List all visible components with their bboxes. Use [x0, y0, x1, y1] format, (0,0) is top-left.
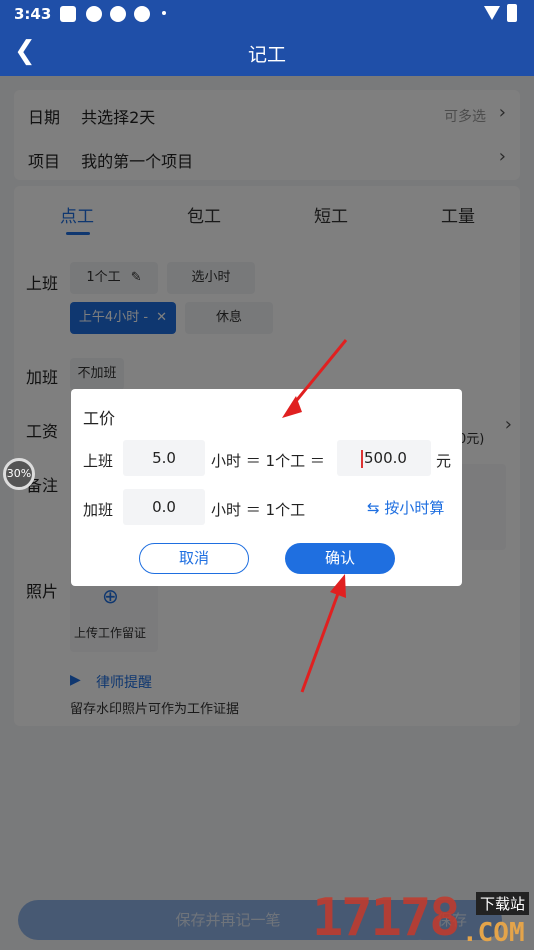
- nav-bar: ❮ 记工: [0, 28, 534, 76]
- progress-indicator: 30%: [3, 458, 35, 490]
- site-watermark: 17178 下载站 .COM: [312, 888, 534, 950]
- confirm-button[interactable]: 确认: [285, 543, 395, 574]
- shift-amount-value: 500.0: [364, 449, 407, 467]
- page-title: 记工: [247, 44, 286, 66]
- currency-label: 元: [436, 452, 452, 470]
- status-bar: 3:43: [0, 0, 534, 28]
- overtime-price-label: 加班: [83, 501, 114, 519]
- watermark-number: 17178: [312, 888, 461, 948]
- text-caret: [361, 449, 364, 468]
- status-time: 3:43: [14, 5, 52, 23]
- notification-app-icon: [134, 6, 150, 22]
- cancel-button[interactable]: 取消: [139, 543, 249, 574]
- shift-amount-input[interactable]: 500.0: [337, 440, 431, 476]
- dialog-title: 工价: [83, 409, 116, 428]
- watermark-domain: .COM: [462, 918, 525, 948]
- shift-hours-input[interactable]: 5.0: [123, 440, 205, 476]
- notification-app-icon: [110, 6, 126, 22]
- calc-by-hour-toggle[interactable]: ⇆ 按小时算: [367, 497, 444, 518]
- calc-by-hour-label: 按小时算: [384, 499, 445, 517]
- watermark-site: 下载站: [476, 892, 530, 915]
- battery-icon: [507, 4, 517, 22]
- wage-price-dialog: 工价 上班 5.0 小时 ＝ 1个工 ＝ 500.0 元 加班 0.0 小时 ＝…: [71, 389, 462, 586]
- swap-icon: ⇆: [367, 499, 380, 517]
- notification-app-icon: [86, 6, 102, 22]
- shift-unit-text: 小时 ＝ 1个工 ＝: [211, 452, 325, 470]
- wifi-icon: [484, 6, 500, 20]
- notification-square-icon: [60, 6, 76, 22]
- shift-price-label: 上班: [83, 452, 114, 470]
- overtime-unit-text: 小时 ＝ 1个工: [211, 501, 306, 519]
- overtime-hours-input[interactable]: 0.0: [123, 489, 205, 525]
- more-notifications-icon: [162, 11, 166, 15]
